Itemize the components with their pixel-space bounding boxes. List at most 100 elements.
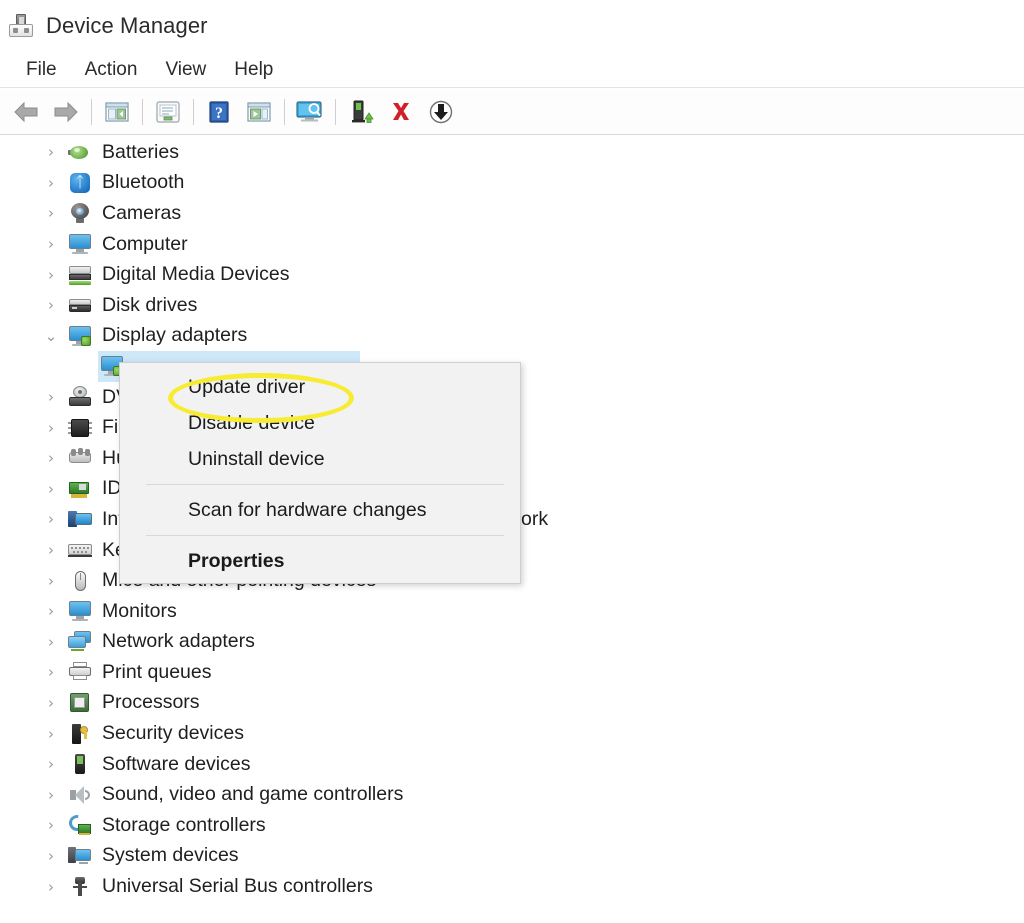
down-arrow-circle-icon bbox=[428, 99, 454, 125]
context-menu-item-disable-device[interactable]: Disable device bbox=[120, 405, 520, 441]
tree-item-system-devices[interactable]: › System devices bbox=[0, 841, 1024, 872]
chevron-right-icon[interactable]: › bbox=[44, 421, 58, 435]
tree-item-disk-drives[interactable]: › Disk drives bbox=[0, 290, 1024, 321]
menu-item-help[interactable]: Help bbox=[220, 57, 287, 83]
chevron-right-icon[interactable]: › bbox=[44, 268, 58, 282]
tree-item-computer[interactable]: › Computer bbox=[0, 229, 1024, 260]
tree-item-storage-controllers[interactable]: › Storage controllers bbox=[0, 810, 1024, 841]
device-manager-icon bbox=[8, 13, 34, 39]
chevron-right-icon[interactable]: › bbox=[44, 176, 58, 190]
toolbar-separator bbox=[91, 99, 92, 125]
chevron-right-icon[interactable]: › bbox=[44, 727, 58, 741]
context-menu-item-uninstall-device[interactable]: Uninstall device bbox=[120, 441, 520, 477]
show-hide-action-pane-button[interactable] bbox=[239, 94, 279, 130]
context-menu-item-update-driver[interactable]: Update driver bbox=[120, 369, 520, 405]
menu-item-view[interactable]: View bbox=[151, 57, 220, 83]
chevron-right-icon[interactable]: › bbox=[44, 788, 58, 802]
chevron-right-icon[interactable]: › bbox=[44, 635, 58, 649]
tree-item-label-tail: ork bbox=[521, 508, 548, 531]
tree-item-network-adapters[interactable]: › Network adapters bbox=[0, 627, 1024, 658]
red-x-icon bbox=[388, 99, 414, 125]
tree-item-universal-serial-bus-controllers[interactable]: › Universal Serial Bus controllers bbox=[0, 871, 1024, 902]
chevron-right-icon[interactable]: › bbox=[44, 849, 58, 863]
sound-controller-icon bbox=[68, 784, 92, 806]
chevron-right-icon[interactable]: › bbox=[44, 206, 58, 220]
system-device-icon bbox=[68, 845, 92, 867]
software-device-icon bbox=[68, 753, 92, 775]
back-button[interactable] bbox=[6, 94, 46, 130]
chevron-right-icon[interactable]: › bbox=[44, 818, 58, 832]
tree-item-label: Print queues bbox=[102, 661, 212, 684]
tree-item-label: Monitors bbox=[102, 600, 177, 623]
chevron-right-icon[interactable]: › bbox=[44, 574, 58, 588]
device-context-menu[interactable]: Update driver Disable device Uninstall d… bbox=[119, 362, 521, 584]
tree-item-monitors[interactable]: › Monitors bbox=[0, 596, 1024, 627]
menu-item-action[interactable]: Action bbox=[71, 57, 152, 83]
scan-hardware-changes-button[interactable] bbox=[290, 94, 330, 130]
tree-item-display-adapters[interactable]: ⌄ Display adapters bbox=[0, 321, 1024, 352]
chevron-right-icon[interactable]: › bbox=[44, 145, 58, 159]
tree-item-label: Disk drives bbox=[102, 294, 197, 317]
mouse-icon bbox=[68, 570, 92, 592]
usb-controller-icon bbox=[68, 876, 92, 898]
properties-button[interactable] bbox=[148, 94, 188, 130]
firmware-chip-icon bbox=[68, 417, 92, 439]
menu-item-file[interactable]: File bbox=[12, 57, 71, 83]
toolbar-separator bbox=[142, 99, 143, 125]
tree-item-label: Storage controllers bbox=[102, 814, 266, 837]
chevron-right-icon[interactable]: › bbox=[44, 237, 58, 251]
chevron-right-icon[interactable]: › bbox=[44, 757, 58, 771]
console-tree-icon bbox=[104, 100, 130, 124]
tree-item-batteries[interactable]: › Batteries bbox=[0, 137, 1024, 168]
chevron-right-icon[interactable]: › bbox=[44, 390, 58, 404]
properties-window-icon bbox=[155, 100, 181, 124]
ide-controller-icon bbox=[68, 478, 92, 500]
chevron-right-icon[interactable]: › bbox=[44, 298, 58, 312]
context-menu-separator bbox=[146, 535, 504, 536]
tree-item-print-queues[interactable]: › Print queues bbox=[0, 657, 1024, 688]
tree-item-label: Digital Media Devices bbox=[102, 263, 290, 286]
chevron-right-icon[interactable]: › bbox=[44, 696, 58, 710]
show-hide-console-tree-button[interactable] bbox=[97, 94, 137, 130]
help-button[interactable]: ? bbox=[199, 94, 239, 130]
chevron-right-icon[interactable]: › bbox=[44, 604, 58, 618]
processor-icon bbox=[68, 692, 92, 714]
chevron-right-icon[interactable]: › bbox=[44, 512, 58, 526]
tree-item-label: Cameras bbox=[102, 202, 181, 225]
toolbar-separator bbox=[284, 99, 285, 125]
context-menu-item-scan-for-hardware-changes[interactable]: Scan for hardware changes bbox=[120, 492, 520, 528]
security-device-icon bbox=[68, 723, 92, 745]
monitor-icon bbox=[68, 600, 92, 622]
scan-monitor-icon bbox=[295, 99, 325, 125]
intel-network-icon bbox=[68, 508, 92, 530]
storage-controller-icon bbox=[68, 814, 92, 836]
keyboard-icon bbox=[68, 539, 92, 561]
tree-item-bluetooth[interactable]: › ᛏ Bluetooth bbox=[0, 168, 1024, 199]
tree-item-digital-media-devices[interactable]: › Digital Media Devices bbox=[0, 259, 1024, 290]
tree-item-security-devices[interactable]: › Security devices bbox=[0, 718, 1024, 749]
tree-item-label: Batteries bbox=[102, 141, 179, 164]
tree-item-label: Computer bbox=[102, 233, 188, 256]
tree-item-processors[interactable]: › Processors bbox=[0, 688, 1024, 719]
forward-arrow-icon bbox=[52, 100, 80, 124]
context-menu-separator bbox=[146, 484, 504, 485]
tree-item-sound-video-game-controllers[interactable]: › Sound, video and game controllers bbox=[0, 779, 1024, 810]
chevron-right-icon[interactable]: › bbox=[44, 482, 58, 496]
disable-device-button[interactable] bbox=[421, 94, 461, 130]
uninstall-device-button[interactable] bbox=[381, 94, 421, 130]
chevron-right-icon[interactable]: › bbox=[44, 543, 58, 557]
tree-item-software-devices[interactable]: › Software devices bbox=[0, 749, 1024, 780]
toolbar: ? bbox=[0, 89, 1024, 135]
chevron-down-icon[interactable]: ⌄ bbox=[44, 329, 58, 343]
tree-item-label: Security devices bbox=[102, 722, 244, 745]
help-question-icon: ? bbox=[207, 100, 231, 124]
context-menu-item-properties[interactable]: Properties bbox=[120, 543, 520, 579]
disk-drive-icon bbox=[68, 294, 92, 316]
forward-button[interactable] bbox=[46, 94, 86, 130]
chevron-right-icon[interactable]: › bbox=[44, 451, 58, 465]
chevron-right-icon[interactable]: › bbox=[44, 880, 58, 894]
tree-item-label: Bluetooth bbox=[102, 171, 184, 194]
update-driver-button[interactable] bbox=[341, 94, 381, 130]
tree-item-cameras[interactable]: › Cameras bbox=[0, 198, 1024, 229]
chevron-right-icon[interactable]: › bbox=[44, 665, 58, 679]
